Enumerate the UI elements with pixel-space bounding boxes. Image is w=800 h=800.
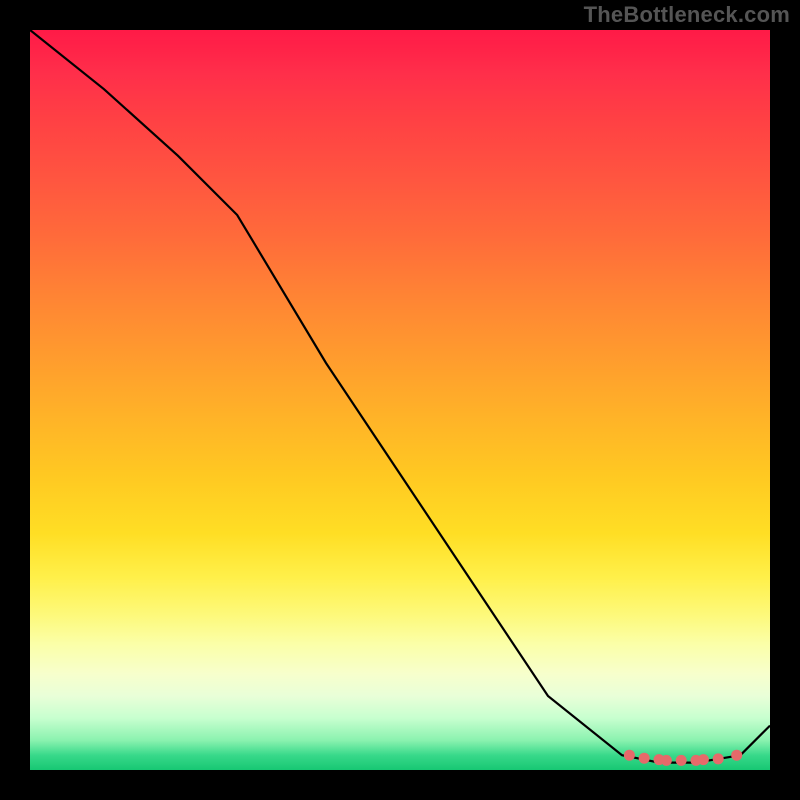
chart-svg [30, 30, 770, 770]
chart-frame: TheBottleneck.com [0, 0, 800, 800]
curve-line [30, 30, 770, 763]
watermark-text: TheBottleneck.com [584, 2, 790, 28]
dot-g [698, 754, 709, 765]
dot-h [713, 753, 724, 764]
dot-d [661, 755, 672, 766]
dot-b [639, 753, 650, 764]
plot-area [30, 30, 770, 770]
dot-a [624, 750, 635, 761]
dot-e [676, 755, 687, 766]
dot-i [731, 750, 742, 761]
